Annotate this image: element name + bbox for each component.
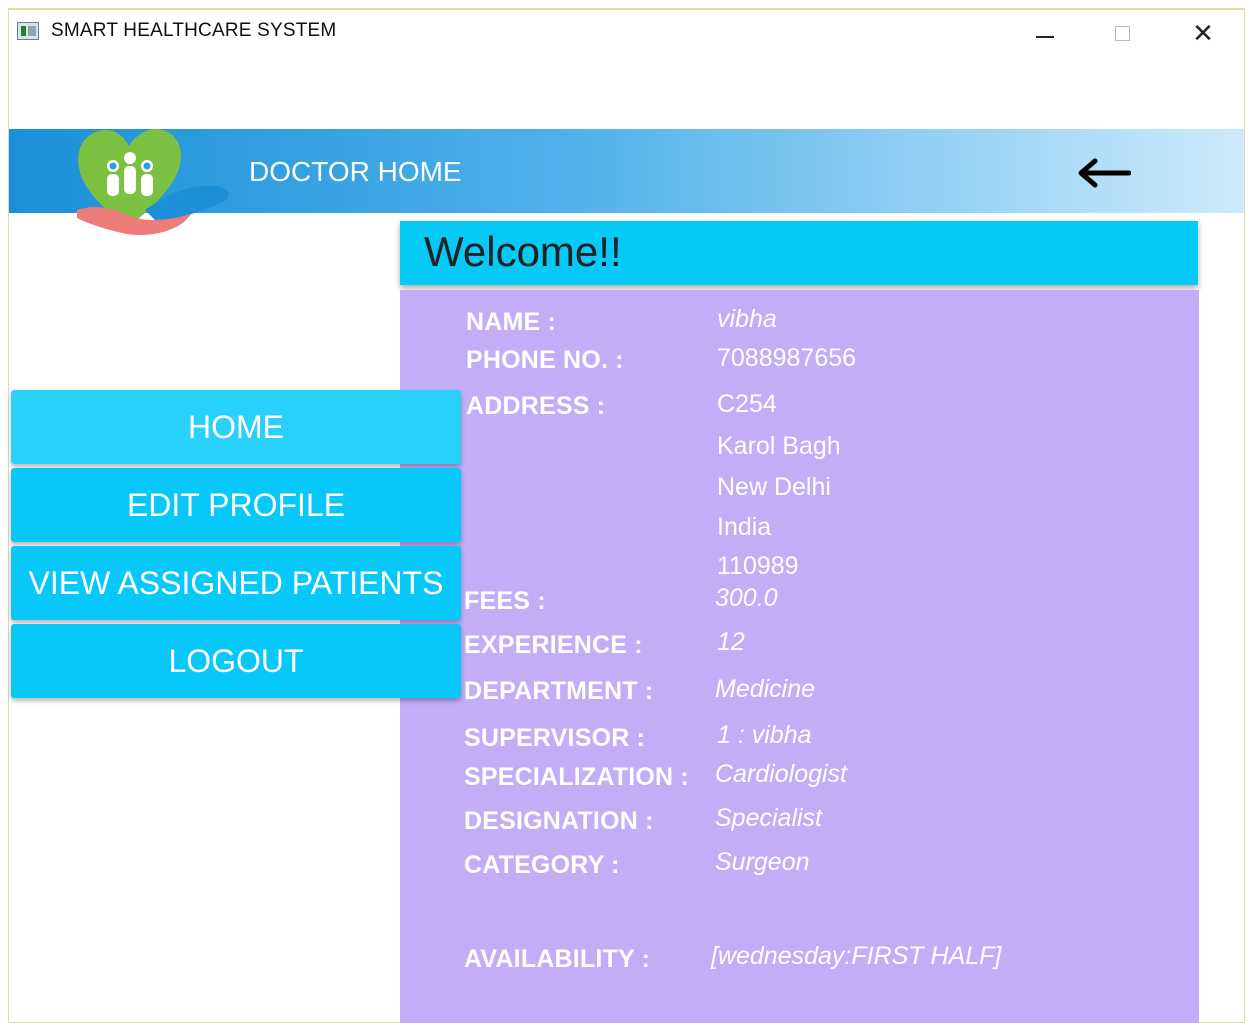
window-title: SMART HEALTHCARE SYSTEM	[51, 20, 337, 41]
fees-value: 300.0	[715, 584, 778, 612]
phone-label: PHONE NO. :	[466, 346, 624, 374]
home-button[interactable]: HOME	[11, 390, 461, 464]
availability-value: [wednesday:FIRST HALF]	[711, 942, 1002, 970]
designation-value: Specialist	[715, 804, 822, 832]
designation-label: DESIGNATION :	[464, 807, 654, 835]
edit-profile-button[interactable]: EDIT PROFILE	[11, 468, 461, 542]
app-icon	[17, 22, 39, 40]
healthcare-logo	[77, 129, 229, 236]
name-value: vibha	[717, 305, 777, 333]
specialization-label: SPECIALIZATION :	[464, 763, 689, 791]
experience-value: 12	[717, 628, 745, 656]
experience-label: EXPERIENCE :	[464, 631, 643, 659]
profile-panel: NAME : vibha PHONE NO. : 7088987656 ADDR…	[400, 290, 1199, 1023]
category-value: Surgeon	[715, 848, 810, 876]
welcome-text: Welcome!!	[424, 228, 622, 275]
address-line: Karol Bagh	[717, 432, 841, 460]
view-assigned-patients-button[interactable]: VIEW ASSIGNED PATIENTS	[11, 546, 461, 620]
address-line: New Delhi	[717, 473, 831, 501]
app-window: SMART HEALTHCARE SYSTEM ✕ DOCTOR HOME We…	[8, 8, 1245, 1023]
name-label: NAME :	[466, 308, 557, 336]
address-line: 110989	[717, 552, 799, 580]
address-line: C254	[717, 390, 777, 418]
side-nav: HOME EDIT PROFILE VIEW ASSIGNED PATIENTS…	[11, 390, 461, 702]
close-button[interactable]: ✕	[1175, 14, 1231, 54]
address-label: ADDRESS :	[466, 392, 606, 420]
category-label: CATEGORY :	[464, 851, 620, 879]
maximize-button[interactable]	[1095, 14, 1151, 54]
department-value: Medicine	[715, 675, 816, 703]
welcome-banner: Welcome!!	[400, 221, 1198, 285]
logout-button[interactable]: LOGOUT	[11, 624, 461, 698]
address-line: India	[717, 513, 772, 541]
availability-label: AVAILABILITY :	[464, 945, 651, 973]
fees-label: FEES :	[464, 587, 546, 615]
department-label: DEPARTMENT :	[464, 677, 654, 705]
page-title: DOCTOR HOME	[249, 156, 462, 187]
back-arrow-icon[interactable]	[1071, 155, 1131, 191]
supervisor-label: SUPERVISOR :	[464, 724, 646, 752]
specialization-value: Cardiologist	[715, 760, 848, 788]
supervisor-value: 1 : vibha	[717, 721, 812, 749]
title-bar[interactable]: SMART HEALTHCARE SYSTEM ✕	[9, 10, 1244, 56]
phone-value: 7088987656	[717, 344, 857, 372]
minimize-button[interactable]	[1017, 14, 1073, 54]
